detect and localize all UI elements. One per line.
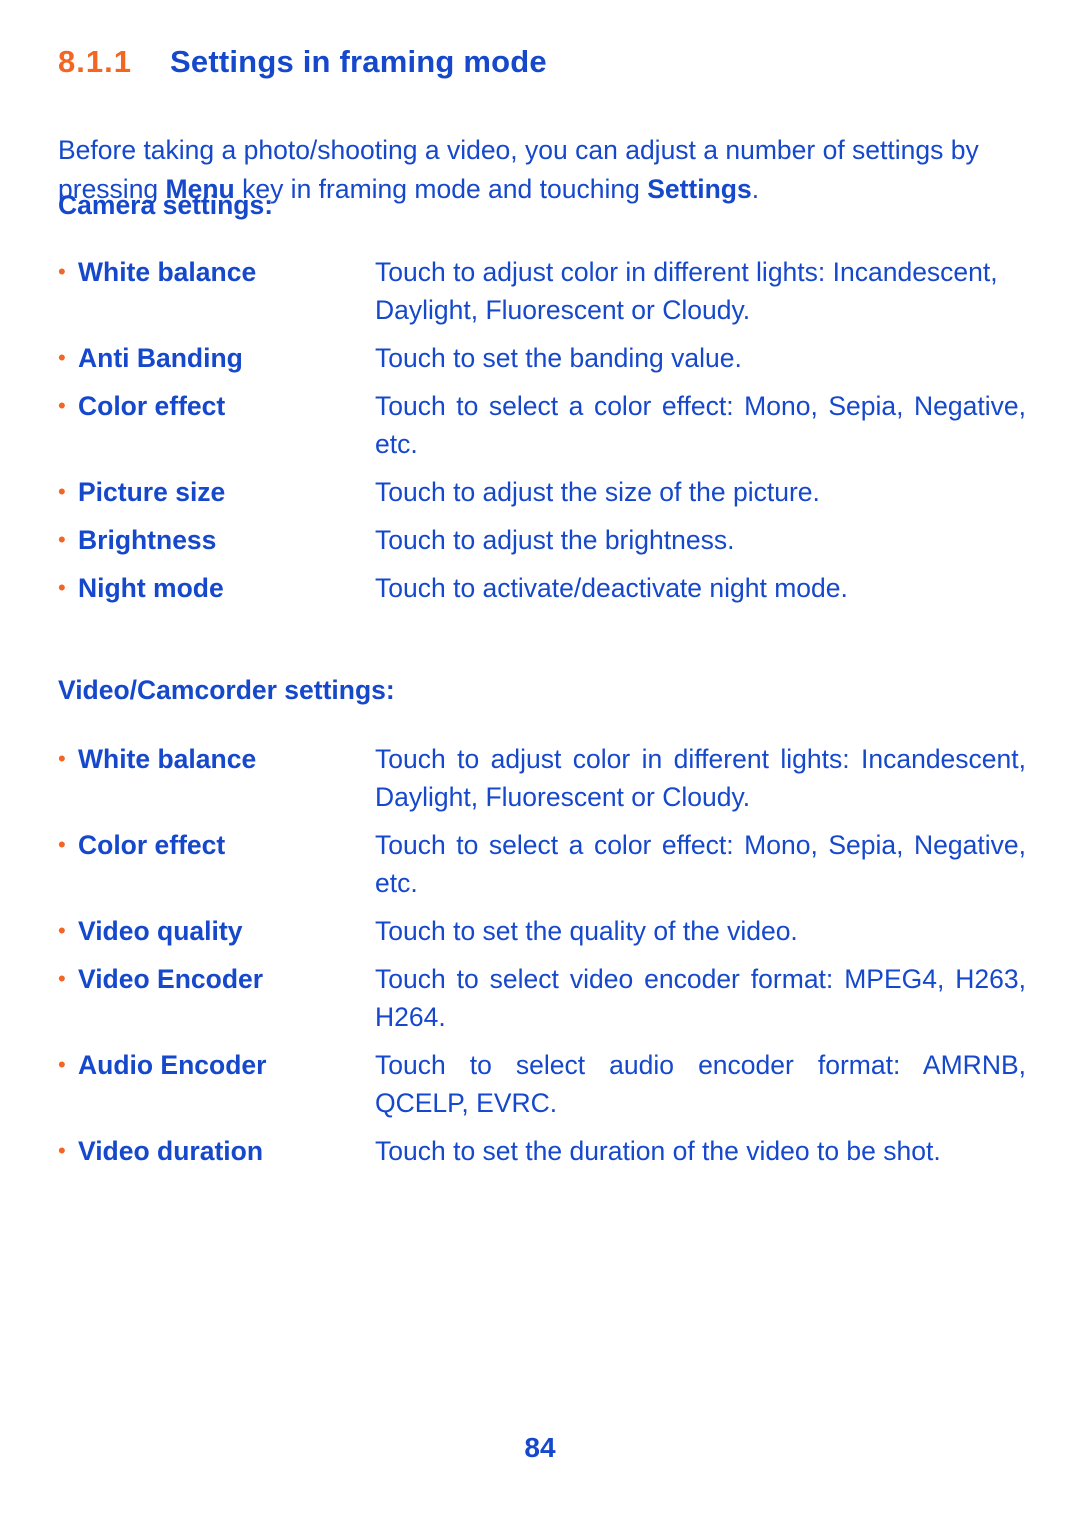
settings-description: Touch to select video encoder format: MP… [375,964,1026,1032]
settings-term-label: Video Encoder [78,964,264,994]
settings-description: Touch to select a color effect: Mono, Se… [375,830,1026,898]
bullet-dot-icon: • [58,527,66,552]
settings-row: • Video quality Touch to set the quality o… [58,912,1026,950]
section-heading: 8.1.1 Settings in framing mode [58,44,1018,80]
bullet-dot-icon: • [58,832,66,857]
bullet-dot-icon: • [58,918,66,943]
settings-description: Touch to adjust the brightness. [375,525,735,555]
bullet-dot-icon: • [58,345,66,370]
settings-row: • Brightness Touch to adjust the brightnes… [58,521,1026,559]
settings-term-cell: • Anti Banding [58,339,375,377]
settings-term-label: Video duration [78,1136,264,1166]
settings-row: • Picture size Touch to adjust the size of… [58,473,1026,511]
page-number: 84 [524,1432,556,1463]
video-settings-list: • White balance Touch to adjust color in d… [58,740,1026,1180]
bullet-dot-icon: • [58,1052,66,1077]
settings-row: • Video Encoder Touch to select video enco… [58,960,1026,1036]
settings-description: Touch to select audio encoder format: AM… [375,1050,1026,1118]
settings-row: • Anti Banding Touch to set the banding va… [58,339,1026,377]
settings-description: Touch to select a color effect: Mono, Se… [375,391,1026,459]
settings-term-cell: • Audio Encoder [58,1046,375,1084]
settings-term-cell: • White balance [58,740,375,778]
settings-row: • Audio Encoder Touch to select audio enco… [58,1046,1026,1122]
settings-term-cell: • White balance [58,253,375,291]
bullet-dot-icon: • [58,575,66,600]
settings-description: Touch to set the quality of the video. [375,916,798,946]
settings-term-cell: • Picture size [58,473,375,511]
bullet-dot-icon: • [58,479,66,504]
video-settings-heading: Video/Camcorder settings: [58,675,395,705]
section-number: 8.1.1 [58,44,132,79]
settings-term-label: Color effect [78,391,226,421]
settings-term-label: Video quality [78,916,243,946]
settings-row: • White balance Touch to adjust color in d… [58,253,1026,329]
bullet-dot-icon: • [58,259,66,284]
settings-row: • Color effect Touch to select a color eff… [58,387,1026,463]
settings-term-label: White balance [78,257,257,287]
settings-row: • White balance Touch to adjust color in d… [58,740,1026,816]
bullet-dot-icon: • [58,393,66,418]
settings-term-cell: • Color effect [58,387,375,425]
settings-row: • Video duration Touch to set the duration… [58,1132,1026,1170]
document-page: 8.1.1 Settings in framing mode Before ta… [0,0,1080,1534]
settings-description: Touch to activate/deactivate night mode. [375,573,848,603]
settings-term-label: Anti Banding [78,343,243,373]
settings-term-label: Audio Encoder [78,1050,267,1080]
bullet-dot-icon: • [58,746,66,771]
camera-settings-heading: Camera settings: [58,190,274,220]
section-title: Settings in framing mode [170,44,547,79]
settings-term-cell: • Video duration [58,1132,375,1170]
settings-term-label: Night mode [78,573,224,603]
settings-row: • Color effect Touch to select a color eff… [58,826,1026,902]
settings-term-cell: • Color effect [58,826,375,864]
settings-description: Touch to adjust the size of the picture. [375,477,820,507]
settings-term-label: Picture size [78,477,226,507]
settings-description: Touch to adjust color in different light… [375,744,1026,812]
settings-row: • Night mode Touch to activate/deactivate … [58,569,1026,607]
bullet-dot-icon: • [58,966,66,991]
settings-term-cell: • Video Encoder [58,960,375,998]
settings-term-cell: • Brightness [58,521,375,559]
settings-description: Touch to set the banding value. [375,343,742,373]
camera-settings-list: • White balance Touch to adjust color in d… [58,253,1026,617]
settings-term-cell: • Night mode [58,569,375,607]
settings-term-label: Color effect [78,830,226,860]
settings-description: Touch to adjust color in different light… [375,257,998,325]
settings-term-label: Brightness [78,525,217,555]
settings-term-label: White balance [78,744,257,774]
bullet-dot-icon: • [58,1138,66,1163]
settings-description: Touch to set the duration of the video t… [375,1136,941,1166]
settings-term-cell: • Video quality [58,912,375,950]
